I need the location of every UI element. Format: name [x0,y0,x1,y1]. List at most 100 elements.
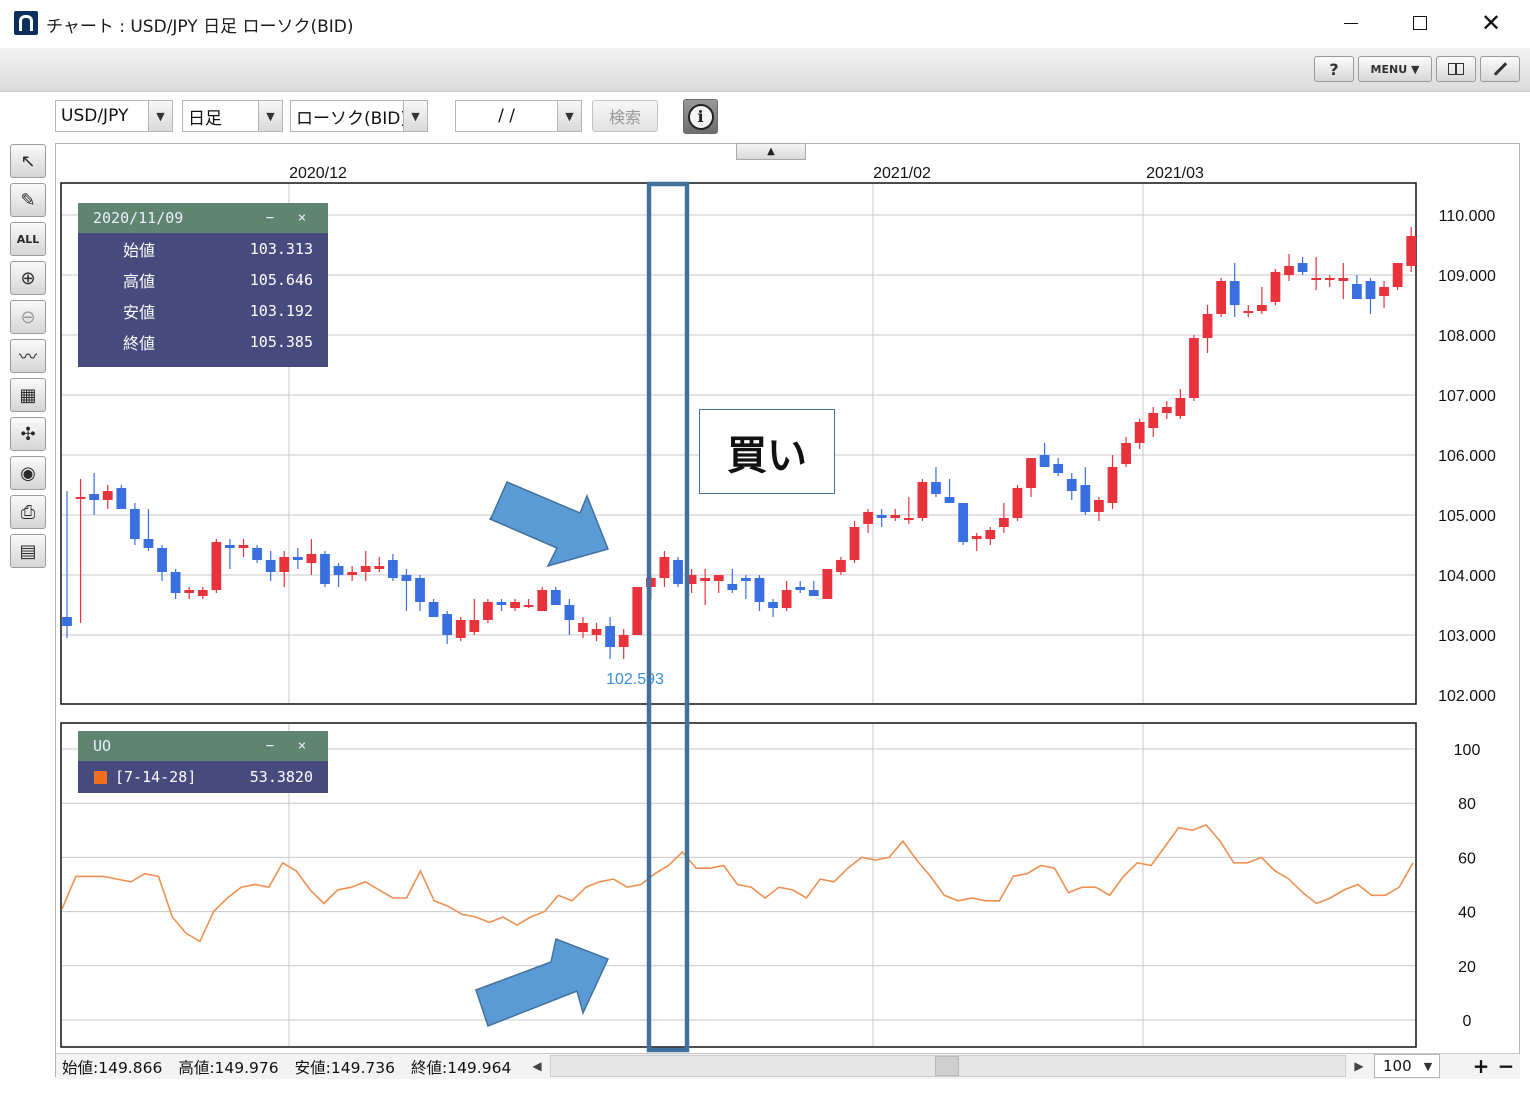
candle-body [971,536,982,539]
window-layout-icon [1448,63,1464,75]
candle-body [496,602,507,605]
candle-body [130,509,140,539]
candle-body [1379,287,1389,296]
zoom-in-tool-icon[interactable]: ⊕ [10,261,46,295]
x-tick-label: 2020/12 [289,165,347,182]
candle-body [564,605,575,620]
chevron-down-icon[interactable]: ▼ [148,101,172,131]
status-open: 始値:149.866 [62,1059,163,1077]
collapse-panel-button[interactable]: ▲ [736,143,806,160]
chart-type-select[interactable]: ローソク(BID) ▼ [290,100,428,132]
low-price-marker: 102.593 [606,671,664,688]
candle-body [75,497,86,499]
candle-body [605,626,616,647]
candle-body [197,590,208,596]
chevron-down-icon[interactable]: ▼ [258,101,282,131]
candle-body [1216,281,1227,314]
chevron-down-icon[interactable]: ▼ [1417,1060,1439,1073]
candle-body [347,572,358,575]
candle-body [876,515,887,518]
price-axis-label: 104.000 [1438,568,1496,585]
candle-body [184,590,195,593]
uo-panel-minimize-button[interactable]: − [254,738,286,754]
scroll-right-button[interactable]: ▶ [1348,1055,1370,1077]
candle-body [1229,281,1240,305]
candle-body [1134,422,1145,443]
ohlc-row-close: 終値 105.385 [78,326,328,357]
date-value: / / [498,106,515,126]
date-select[interactable]: / / ▼ [455,100,582,132]
candle-body [1094,500,1104,512]
app-logo-icon [19,15,33,31]
candle-body [1392,263,1403,287]
ohlc-value: 105.646 [249,270,313,289]
price-table-tool-icon[interactable]: ▦ [10,378,46,412]
pen-icon [1493,62,1507,76]
bar-count-select[interactable]: 100 ▼ [1374,1054,1440,1078]
candle-body [1026,458,1036,488]
candle-body [279,557,290,572]
info-button[interactable]: i [683,99,718,134]
candle-body [1053,464,1064,473]
scrollbar-thumb[interactable] [935,1056,959,1076]
ohlc-status: 始値:149.866 高値:149.976 安値:149.736 終値:149.964 [62,1056,527,1078]
candle-body [320,554,330,584]
uo-color-swatch [94,770,107,784]
print-tool-icon[interactable]: ⎙ [10,495,46,529]
data-table-tool-icon[interactable]: ▤ [10,534,46,568]
eye-tool-icon[interactable]: ◉ [10,456,46,490]
symbol-select[interactable]: USD/JPY ▼ [55,100,173,132]
price-axis-label: 107.000 [1438,388,1496,405]
candle-body [102,491,113,500]
draw-line-tool-icon[interactable]: ✎ [10,183,46,217]
candle-body [768,602,778,608]
candle-body [1311,278,1322,280]
uo-panel-close-button[interactable]: × [286,738,318,754]
chart-type-value: ローソク(BID) [296,108,403,129]
candle-body [1148,413,1159,428]
uo-info-panel: UO − × [7-14-28] 53.3820 [78,731,328,793]
candle-body [469,620,480,632]
chevron-down-icon[interactable]: ▼ [557,101,581,131]
zoom-out-button[interactable]: − [1495,1054,1517,1078]
ohlc-panel-close-button[interactable]: × [286,210,318,226]
candle-body [1352,284,1362,299]
candle-body [985,530,996,539]
price-axis-label: 109.000 [1438,268,1496,285]
zoom-in-button[interactable]: + [1470,1054,1492,1078]
candle-body [1066,479,1077,491]
candle-body [455,620,466,638]
x-tick-label: 2021/02 [873,165,931,182]
status-high: 高値:149.976 [178,1059,279,1077]
ohlc-value: 105.385 [249,332,313,351]
ohlc-panel-minimize-button[interactable]: − [254,210,286,226]
marker-tool-icon[interactable]: ✣ [10,417,46,451]
scroll-left-button[interactable]: ◀ [526,1055,548,1077]
candle-body [931,482,941,494]
zoom-out-tool-icon[interactable]: ⊖ [10,300,46,334]
maximize-button[interactable] [1397,6,1443,40]
candle-body [1324,278,1335,280]
candle-body [415,578,425,602]
pointer-tool-icon[interactable]: ↖ [10,144,46,178]
candle-body [1297,263,1308,272]
period-select[interactable]: 日足 ▼ [182,100,283,132]
close-button[interactable]: ✕ [1468,6,1514,40]
erase-all-tool-icon[interactable]: ALL [10,222,46,256]
menu-button[interactable]: MENU ▼ [1358,56,1432,82]
minimize-button[interactable] [1328,6,1374,40]
candle-body [1107,467,1118,503]
technical-indicator-tool-icon[interactable]: 〰 [10,339,46,373]
ohlc-info-panel: 2020/11/09 − × 始値 103.313 高値 105.646 安値 103… [78,203,328,367]
candle-body [483,602,493,620]
candle-body [523,605,534,607]
chevron-down-icon[interactable]: ▼ [403,101,427,131]
search-button[interactable]: 検索 [592,100,658,132]
candle-body [401,575,412,581]
candle-body [1256,305,1267,311]
window-layout-button[interactable] [1436,56,1476,82]
pen-settings-button[interactable] [1480,56,1520,82]
help-button[interactable]: ? [1314,56,1354,82]
candle-body [62,617,72,626]
uo-panel-header: UO − × [78,731,328,761]
